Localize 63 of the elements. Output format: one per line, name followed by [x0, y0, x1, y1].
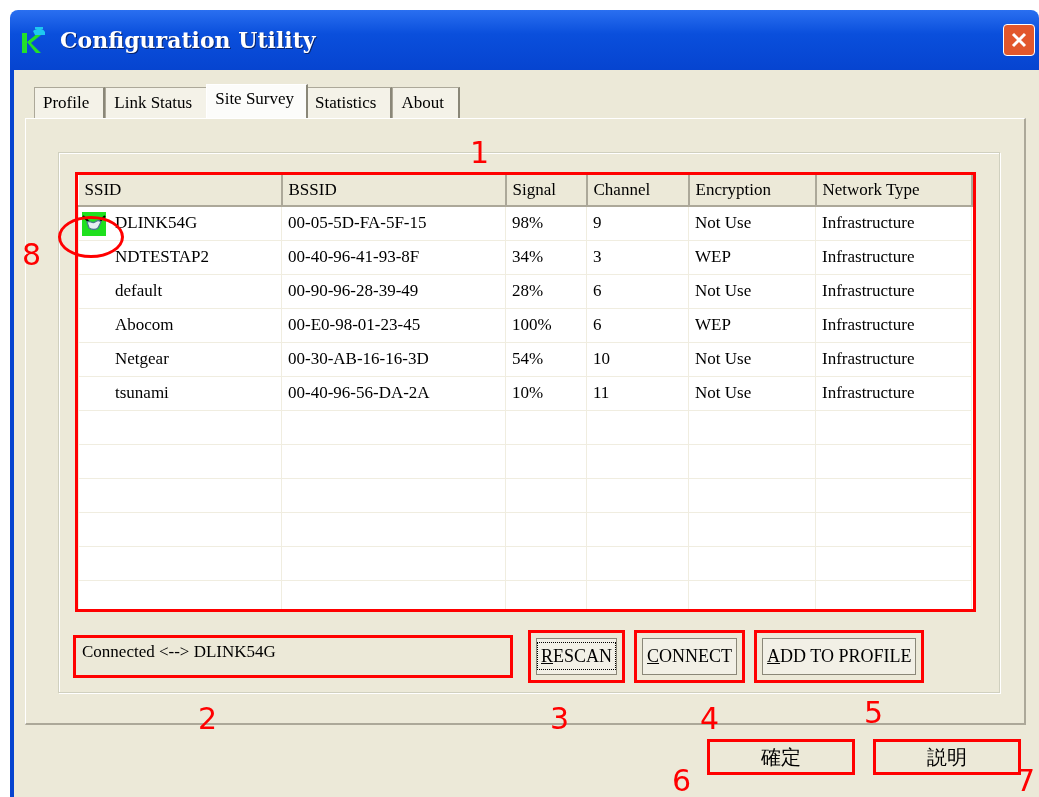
table-cell: 6 — [593, 315, 602, 335]
column-header[interactable]: Network Type — [815, 175, 972, 206]
table-cell: 00-40-96-41-93-8F — [288, 247, 420, 267]
table-cell: NDTESTAP2 — [115, 247, 210, 267]
column-header[interactable]: BSSID — [281, 175, 506, 206]
column-header[interactable]: SSID — [78, 175, 282, 206]
table-cell: 98% — [512, 213, 544, 234]
table-cell: 10 — [593, 349, 610, 369]
annotation-number: 4 — [700, 704, 720, 734]
table-cell: 00-05-5D-FA-5F-15 — [288, 213, 427, 234]
table-cell: Netgear — [115, 349, 169, 369]
table-cell: Infrastructure — [822, 213, 915, 234]
action-button[interactable]: ADD TO PROFILE — [762, 638, 917, 675]
close-button[interactable] — [1003, 24, 1035, 56]
tab[interactable]: Link Status — [105, 87, 209, 118]
table-cell: WEP — [695, 247, 731, 267]
table-cell: Infrastructure — [822, 383, 915, 403]
tab[interactable]: Statistics — [306, 87, 393, 118]
table-cell: Infrastructure — [822, 349, 915, 369]
annotation-number: 6 — [672, 766, 692, 796]
table-cell: WEP — [695, 315, 731, 335]
table-cell: 3 — [593, 247, 602, 267]
table-cell: Not Use — [695, 349, 752, 369]
table-cell: 6 — [593, 281, 602, 301]
column-header[interactable]: Channel — [586, 175, 689, 206]
action-button[interactable]: CONNECT — [642, 638, 738, 675]
annotation-number: 8 — [22, 240, 42, 270]
annotation-number: 2 — [198, 704, 218, 734]
table-cell: 54% — [512, 349, 544, 369]
table-cell: 00-40-96-56-DA-2A — [288, 383, 430, 403]
table-cell: 28% — [512, 281, 544, 301]
annotation-number: 1 — [470, 138, 490, 168]
table-cell: tsunami — [115, 383, 169, 403]
table-cell: Infrastructure — [822, 247, 915, 267]
table-cell: 10% — [512, 383, 544, 403]
tab[interactable]: Profile — [34, 87, 106, 118]
connection-status: Connected <--> DLINK54G — [73, 635, 513, 678]
column-header[interactable]: Signal — [505, 175, 587, 206]
table-cell: 9 — [593, 213, 602, 234]
table-cell: Not Use — [695, 213, 752, 234]
close-icon — [1010, 31, 1028, 49]
table-cell: Infrastructure — [822, 315, 915, 335]
action-button[interactable]: RESCAN — [536, 638, 618, 675]
table-cell: 00-30-AB-16-16-3D — [288, 349, 429, 369]
annotation-number: 3 — [550, 704, 570, 734]
table-cell: Not Use — [695, 383, 752, 403]
table-cell: 100% — [512, 315, 552, 335]
table-cell: 00-90-96-28-39-49 — [288, 281, 419, 301]
dialog-button[interactable]: 説明 — [873, 739, 1021, 775]
tab[interactable]: Site Survey — [206, 84, 309, 118]
table-cell: Not Use — [695, 281, 752, 301]
annotation-number: 5 — [864, 698, 884, 728]
table-cell: 11 — [593, 383, 610, 403]
table-cell: default — [115, 281, 163, 301]
table-cell: Abocom — [115, 315, 174, 335]
window-title: Configuration Utility — [60, 27, 316, 53]
dialog-button[interactable]: 確定 — [707, 739, 855, 775]
table-cell: Infrastructure — [822, 281, 915, 301]
tab[interactable]: About — [392, 87, 460, 118]
table-cell: 34% — [512, 247, 544, 267]
table-cell: 00-E0-98-01-23-45 — [288, 315, 421, 335]
table-cell: DLINK54G — [115, 213, 198, 234]
column-header[interactable]: Encryption — [688, 175, 816, 206]
